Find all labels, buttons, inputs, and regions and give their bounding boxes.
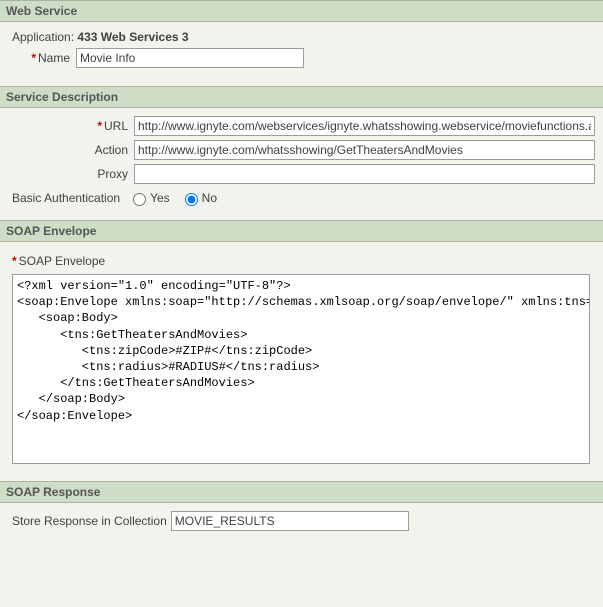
web-service-body: Application: 433 Web Services 3 *Name bbox=[0, 22, 603, 76]
service-description-body: *URL Action Proxy Basic Authentication Y… bbox=[0, 108, 603, 210]
soap-envelope-label-line: *SOAP Envelope bbox=[12, 254, 595, 268]
soap-envelope-textarea[interactable] bbox=[12, 274, 590, 464]
proxy-input[interactable] bbox=[134, 164, 595, 184]
basic-auth-no-label: No bbox=[202, 191, 217, 205]
basic-auth-label: Basic Authentication bbox=[12, 191, 120, 205]
proxy-row: Proxy bbox=[8, 164, 595, 184]
name-label: Name bbox=[38, 51, 70, 65]
basic-auth-yes-radio[interactable] bbox=[133, 193, 146, 206]
url-label-wrap: *URL bbox=[8, 119, 134, 133]
service-description-panel: Service Description *URL Action Proxy Ba… bbox=[0, 86, 603, 210]
application-line: Application: 433 Web Services 3 bbox=[12, 30, 595, 44]
proxy-label: Proxy bbox=[8, 167, 134, 181]
store-response-input[interactable] bbox=[171, 511, 409, 531]
web-service-header: Web Service bbox=[0, 0, 603, 22]
soap-response-header: SOAP Response bbox=[0, 481, 603, 503]
basic-auth-row: Basic Authentication Yes No bbox=[12, 190, 595, 206]
soap-envelope-panel: SOAP Envelope *SOAP Envelope bbox=[0, 220, 603, 471]
action-row: Action bbox=[8, 140, 595, 160]
soap-response-panel: SOAP Response Store Response in Collecti… bbox=[0, 481, 603, 535]
service-description-header: Service Description bbox=[0, 86, 603, 108]
name-input[interactable] bbox=[76, 48, 304, 68]
basic-auth-yes-label: Yes bbox=[150, 191, 170, 205]
web-service-panel: Web Service Application: 433 Web Service… bbox=[0, 0, 603, 76]
action-input[interactable] bbox=[134, 140, 595, 160]
basic-auth-no-option[interactable]: No bbox=[180, 190, 217, 206]
action-label: Action bbox=[8, 143, 134, 157]
application-value: 433 Web Services 3 bbox=[77, 30, 188, 44]
url-label: URL bbox=[104, 119, 128, 133]
url-row: *URL bbox=[8, 116, 595, 136]
name-row: *Name bbox=[8, 48, 595, 68]
name-label-wrap: *Name bbox=[8, 51, 76, 65]
basic-auth-yes-option[interactable]: Yes bbox=[128, 190, 170, 206]
application-label: Application: bbox=[12, 30, 74, 44]
url-input[interactable] bbox=[134, 116, 595, 136]
basic-auth-no-radio[interactable] bbox=[185, 193, 198, 206]
store-response-label: Store Response in Collection bbox=[12, 514, 167, 528]
soap-response-body: Store Response in Collection bbox=[0, 503, 603, 535]
soap-envelope-body: *SOAP Envelope bbox=[0, 242, 603, 471]
soap-envelope-label: SOAP Envelope bbox=[19, 254, 106, 268]
required-asterisk: * bbox=[97, 119, 102, 133]
soap-envelope-header: SOAP Envelope bbox=[0, 220, 603, 242]
required-asterisk: * bbox=[12, 254, 17, 268]
required-asterisk: * bbox=[31, 51, 36, 65]
store-response-row: Store Response in Collection bbox=[12, 511, 595, 531]
